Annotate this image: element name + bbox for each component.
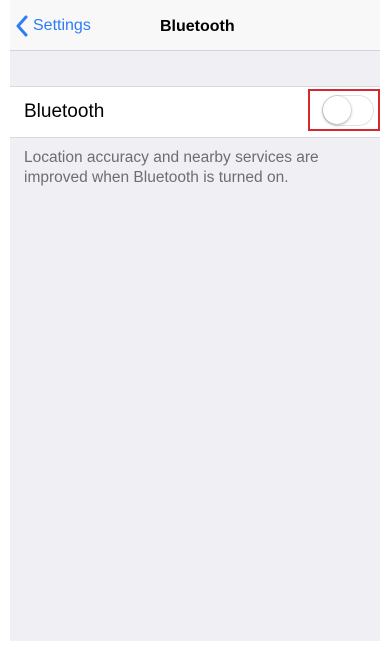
navigation-bar: Settings Bluetooth xyxy=(10,0,380,51)
settings-screen: Settings Bluetooth Bluetooth Location ac… xyxy=(10,0,380,641)
bluetooth-description: Location accuracy and nearby services ar… xyxy=(24,149,319,186)
toggle-knob xyxy=(323,96,351,124)
back-button[interactable]: Settings xyxy=(15,14,91,38)
bluetooth-toggle[interactable] xyxy=(322,95,374,126)
back-button-label: Settings xyxy=(33,17,91,34)
chevron-left-icon xyxy=(16,15,28,37)
page-title: Bluetooth xyxy=(160,18,235,35)
bluetooth-setting-row: Bluetooth xyxy=(10,86,380,138)
bluetooth-label: Bluetooth xyxy=(24,101,105,122)
